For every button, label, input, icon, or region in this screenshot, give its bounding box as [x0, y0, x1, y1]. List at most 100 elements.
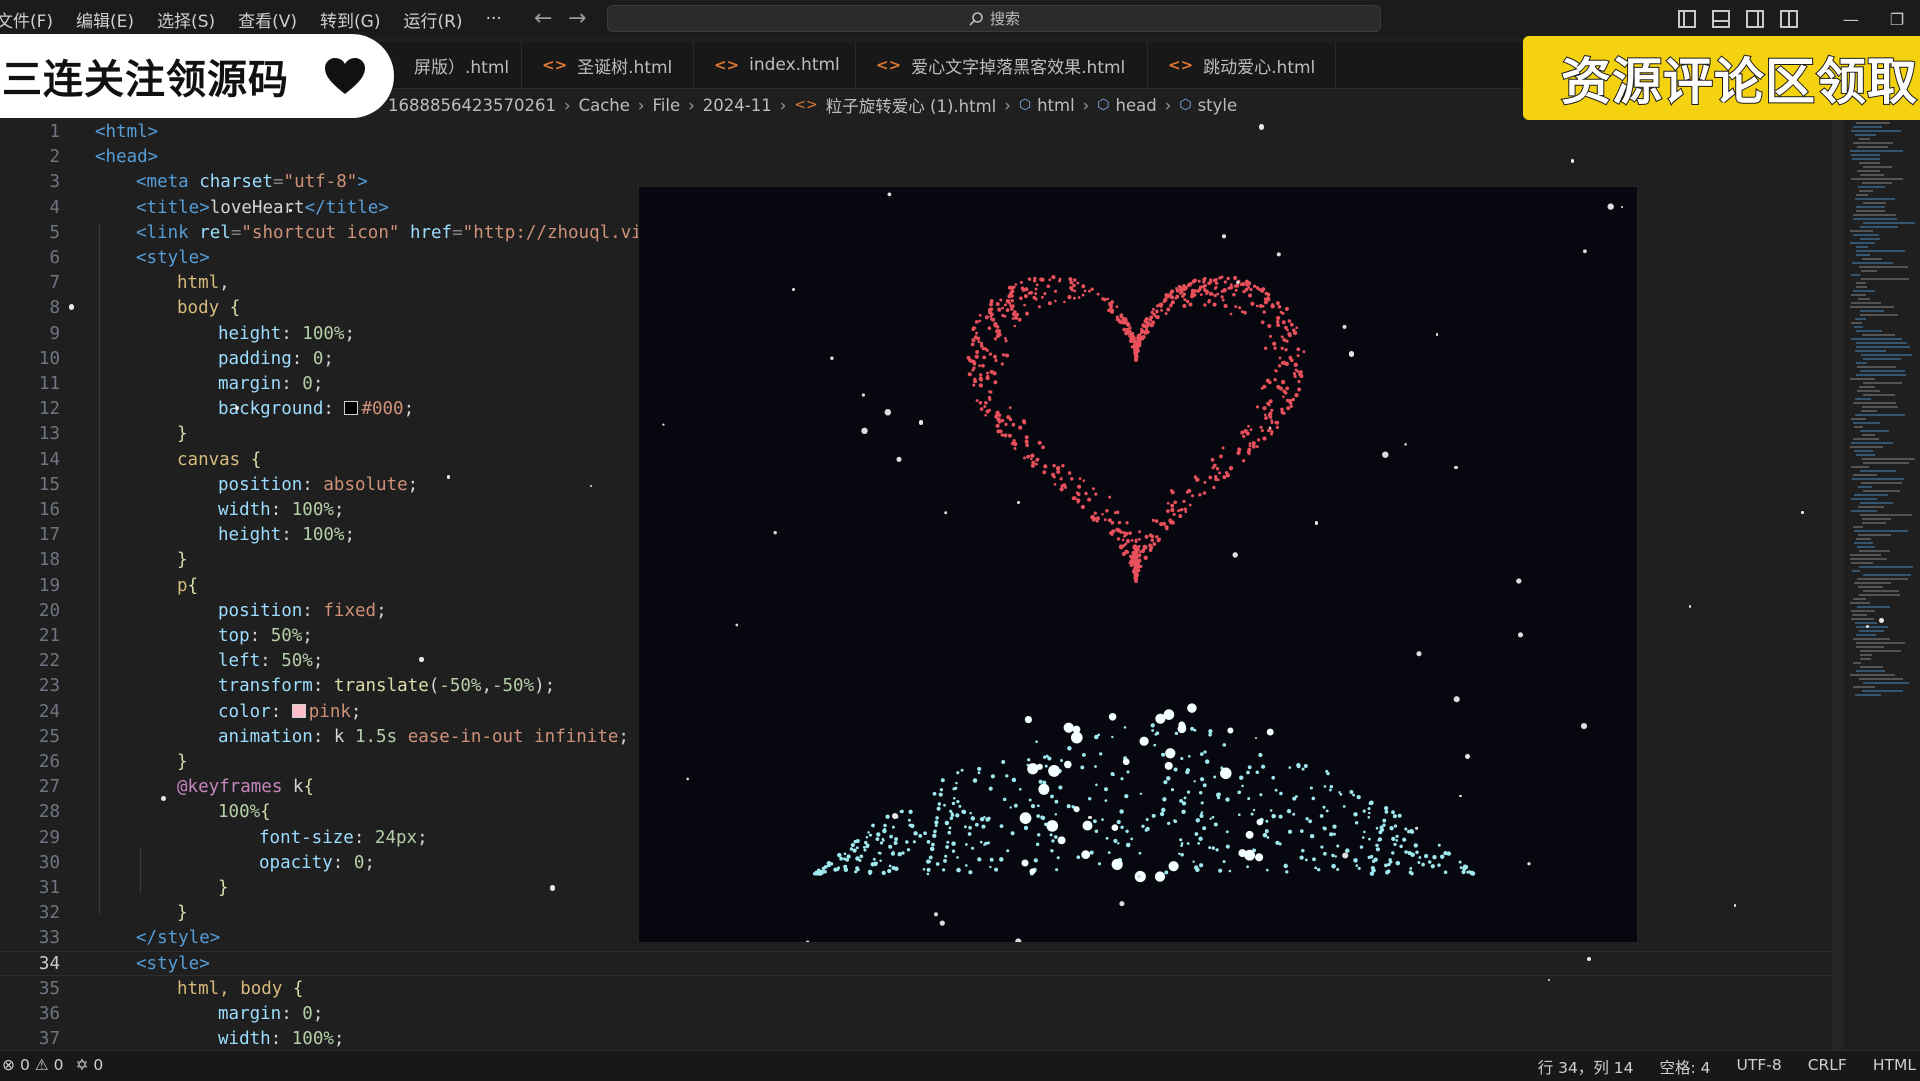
heart-particle	[1122, 531, 1126, 535]
snow-particle	[1459, 794, 1462, 798]
heart-particle	[1182, 303, 1187, 309]
ground-particle	[888, 844, 893, 849]
ground-particle	[1417, 861, 1421, 864]
ground-particle	[1123, 726, 1127, 729]
ground-particle	[1332, 832, 1336, 836]
snow-particle	[1314, 521, 1319, 525]
ground-particle	[1342, 805, 1346, 808]
heart-particle	[1262, 406, 1267, 411]
heart-particle	[1277, 304, 1282, 309]
menu-item[interactable]: 文件(F)	[0, 7, 64, 32]
end-of-line[interactable]: CRLF	[1808, 1056, 1847, 1078]
code-text: font-size: 24px;	[259, 826, 428, 851]
heart-particle	[975, 350, 980, 354]
heart-particle	[1216, 292, 1220, 296]
breadcrumb-item[interactable]: 2024-11	[703, 96, 772, 115]
breadcrumb-item[interactable]: File	[653, 96, 681, 115]
code-token: <style>	[136, 248, 210, 268]
heart-particle	[1270, 421, 1274, 425]
heart-particle	[1116, 537, 1121, 541]
menu-item[interactable]: 编辑(E)	[76, 7, 145, 32]
heart-particle	[1234, 305, 1238, 309]
problems-indicator[interactable]: ⊗ 0 ⚠ 0	[2, 1056, 63, 1074]
ground-particle	[823, 870, 827, 874]
customize-layout-icon[interactable]	[1780, 10, 1798, 28]
code-token: translate	[333, 676, 429, 697]
command-center-search[interactable]: 搜索	[607, 5, 1381, 32]
toggle-secondary-sidebar-icon[interactable]	[1746, 10, 1764, 28]
code-text: width: 100%;	[218, 498, 344, 523]
menu-item[interactable]: 转到(G)	[320, 7, 391, 32]
breadcrumb-item[interactable]: Cache	[579, 96, 630, 115]
heart-particle	[1023, 303, 1026, 307]
tab-5[interactable]: <> 跳动爱心.html	[1148, 42, 1336, 88]
ground-particle	[1349, 790, 1354, 794]
menu-item[interactable]: 查看(V)	[238, 7, 308, 32]
menu-item[interactable]: ···	[486, 9, 513, 29]
back-arrow-icon[interactable]: ←	[534, 6, 552, 31]
code-token: >	[357, 172, 368, 193]
forward-arrow-icon[interactable]: →	[568, 6, 586, 31]
tab-4[interactable]: <> 爱心文字掉落黑客效果.html	[856, 42, 1148, 88]
code-token: ,	[481, 676, 492, 697]
breadcrumb-item[interactable]: style	[1198, 96, 1238, 115]
heart-particle	[1168, 518, 1173, 523]
menu-item[interactable]: 运行(R)	[403, 7, 473, 32]
minimap-line	[1850, 674, 1895, 676]
glow-particle	[1046, 820, 1059, 832]
menu-item[interactable]: 选择(S)	[157, 7, 226, 32]
code-token: :	[270, 1029, 292, 1050]
glow-particle	[1256, 818, 1264, 826]
ground-particle	[1054, 813, 1058, 816]
heart-particle	[1270, 408, 1274, 413]
ground-particle	[1028, 798, 1032, 802]
ground-particle	[912, 840, 916, 844]
heart-particle	[1285, 386, 1290, 391]
breadcrumb-item[interactable]: 粒子旋转爱心 (1).html	[826, 93, 996, 117]
ground-particle	[1030, 804, 1036, 809]
ground-particle	[1391, 851, 1395, 855]
code-text: animation: k 1.5s ease-in-out infinite;	[218, 725, 629, 750]
ground-particle	[1089, 850, 1094, 855]
ground-particle	[872, 857, 876, 861]
tab-3[interactable]: <> index.html	[694, 42, 856, 88]
code-text: canvas {	[177, 448, 261, 473]
ground-particle	[865, 836, 869, 839]
restore-icon[interactable]: ❐	[1874, 10, 1920, 29]
heart-particle	[1248, 444, 1252, 448]
ports-indicator[interactable]: ✡ 0	[75, 1056, 103, 1074]
line-number: 36	[38, 1004, 60, 1024]
breadcrumb-item[interactable]: 1688856423570261	[388, 96, 556, 115]
file-encoding[interactable]: UTF-8	[1737, 1056, 1782, 1078]
heart-particle	[1091, 487, 1095, 491]
toggle-primary-sidebar-icon[interactable]	[1678, 10, 1696, 28]
tab-1[interactable]: 屏版）.html	[394, 42, 522, 88]
language-mode[interactable]: HTML	[1873, 1056, 1916, 1078]
vertical-scrollbar[interactable]	[1832, 118, 1844, 1050]
heart-particle	[1119, 530, 1123, 534]
minimap-line	[1853, 402, 1896, 404]
ground-particle	[1010, 831, 1015, 836]
breadcrumb-item[interactable]: html	[1037, 96, 1075, 115]
breadcrumb-item[interactable]: head	[1116, 96, 1157, 115]
cursor-position[interactable]: 行 34，列 14	[1538, 1056, 1634, 1078]
color-swatch[interactable]	[291, 703, 306, 718]
minimap-line	[1853, 526, 1863, 528]
heart-particle	[989, 299, 994, 304]
heart-particle	[1193, 278, 1198, 283]
glow-particle	[1027, 763, 1039, 775]
promo-banner-left: 三连关注领源码	[0, 34, 394, 118]
ground-particle	[984, 841, 988, 846]
minimize-icon[interactable]: —	[1828, 10, 1874, 29]
tab-2[interactable]: <> 圣诞树.html	[522, 42, 694, 88]
ground-particle	[942, 868, 946, 872]
ground-particle	[1038, 779, 1043, 784]
code-token: transform	[218, 676, 313, 697]
ground-particle	[970, 816, 976, 821]
indentation[interactable]: 空格: 4	[1660, 1056, 1711, 1078]
minimap[interactable]	[1844, 118, 1920, 1050]
ground-particle	[1323, 785, 1327, 788]
ground-particle	[1353, 858, 1358, 863]
color-swatch[interactable]	[344, 401, 359, 416]
toggle-panel-icon[interactable]	[1712, 10, 1730, 28]
